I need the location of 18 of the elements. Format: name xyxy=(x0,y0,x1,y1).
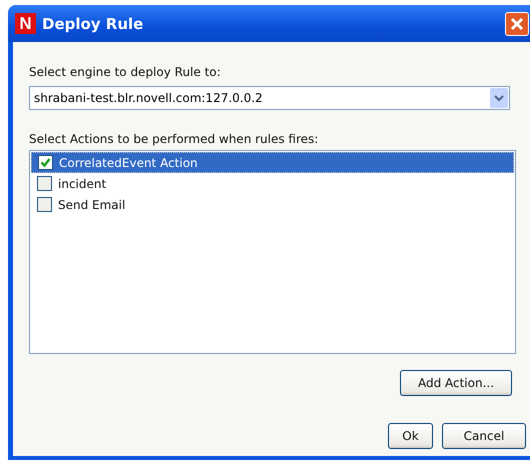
engine-dropdown[interactable]: shrabani-test.blr.novell.com:127.0.0.2 xyxy=(29,86,510,110)
checkbox[interactable] xyxy=(37,176,52,191)
action-item[interactable]: CorrelatedEvent Action xyxy=(31,152,514,173)
dialog-button[interactable]: Cancel xyxy=(442,423,526,449)
dropdown-button[interactable] xyxy=(490,88,508,108)
window-title: Deploy Rule xyxy=(42,14,144,32)
close-button[interactable] xyxy=(505,12,529,36)
close-icon xyxy=(509,16,525,32)
app-logo: N xyxy=(15,13,36,34)
dialog-button[interactable]: Ok xyxy=(388,423,433,449)
checkbox[interactable] xyxy=(38,155,53,170)
engine-label: Select engine to deploy Rule to: xyxy=(29,65,222,79)
action-item[interactable]: incident xyxy=(31,173,514,194)
checkbox[interactable] xyxy=(37,197,52,212)
action-item[interactable]: Send Email xyxy=(31,194,514,215)
actions-label: Select Actions to be performed when rules fires: xyxy=(29,132,320,146)
add-action-button[interactable]: Add Action... xyxy=(400,370,512,396)
chevron-down-icon xyxy=(494,94,504,102)
